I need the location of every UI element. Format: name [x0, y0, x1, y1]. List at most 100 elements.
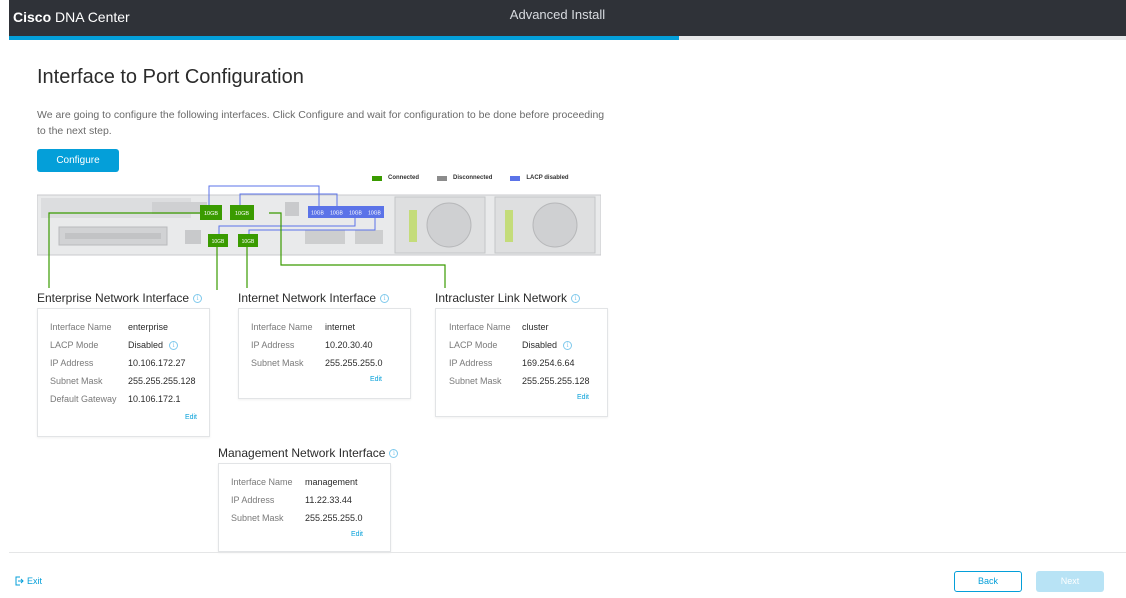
usb-port [185, 230, 201, 244]
management-card-title: Management Network Interface i [218, 446, 399, 460]
footer-divider [9, 552, 1126, 553]
edit-link[interactable]: Edit [351, 531, 363, 538]
port-label: 10GB [368, 211, 381, 217]
field-label: IP Address [50, 358, 94, 368]
port-label: 10GB [235, 211, 249, 217]
management-title-text: Management Network Interface [218, 446, 386, 460]
field-value: 10.106.172.27 [128, 358, 186, 368]
info-icon[interactable]: i [571, 293, 581, 303]
wizard-title: Advanced Install [509, 7, 606, 22]
field-value: 255.255.255.0 [305, 513, 363, 523]
field-value: Disabled [522, 340, 558, 350]
ip-address-row: IP Address 11.22.33.44 [231, 495, 352, 505]
vga-port [285, 202, 299, 216]
field-value: 10.106.172.1 [128, 394, 181, 404]
port-cluster[interactable]: 10GB [230, 205, 254, 220]
info-icon[interactable]: i [563, 340, 573, 350]
field-value: 10.20.30.40 [325, 340, 373, 350]
chassis-port-block [355, 230, 383, 244]
edit-link[interactable]: Edit [370, 376, 382, 383]
port-label: 10GB [330, 211, 343, 217]
interface-name-row: Interface Name management [231, 477, 358, 487]
info-icon[interactable]: i [193, 293, 203, 303]
interface-name-row: Interface Name cluster [449, 322, 549, 332]
cluster-interface-card: Interface Name cluster LACP Mode Disabled i… [435, 308, 608, 417]
field-value-wrap: Disabled i [522, 340, 573, 350]
chassis-bay [152, 202, 207, 214]
field-label: Subnet Mask [231, 513, 284, 523]
field-value: 11.22.33.44 [305, 495, 352, 505]
internet-interface-card: Interface Name internet IP Address 10.20.3… [238, 308, 411, 399]
info-icon[interactable]: i [169, 340, 179, 350]
enterprise-card-title: Enterprise Network Interface i [37, 291, 203, 305]
exit-icon [15, 576, 24, 586]
interface-name-row: Interface Name internet [251, 322, 355, 332]
field-label: IP Address [251, 340, 295, 350]
ip-address-row: IP Address 10.106.172.27 [50, 358, 186, 368]
field-value: 255.255.255.128 [128, 376, 196, 386]
port-lacp-2[interactable]: 10GB [327, 206, 346, 218]
edit-link[interactable]: Edit [577, 394, 589, 401]
field-value: management [305, 477, 358, 487]
ip-address-row: IP Address 169.254.6.64 [449, 358, 575, 368]
field-value: Disabled [128, 340, 164, 350]
field-label: IP Address [231, 495, 275, 505]
enterprise-title-text: Enterprise Network Interface [37, 291, 190, 305]
default-gateway-row: Default Gateway 10.106.172.1 [50, 394, 181, 404]
management-interface-card: Interface Name management IP Address 11.22… [218, 463, 391, 552]
field-value: 255.255.255.128 [522, 376, 590, 386]
port-management[interactable]: 10GB [208, 234, 228, 247]
psu-fan-2 [532, 202, 578, 248]
wizard-progress-fill [9, 36, 680, 40]
lacp-mode-row: LACP Mode Disabled i [50, 340, 179, 350]
ip-address-row: IP Address 10.20.30.40 [251, 340, 373, 350]
internet-title-text: Internet Network Interface [238, 291, 377, 305]
interface-name-row: Interface Name enterprise [50, 322, 168, 332]
subnet-mask-row: Subnet Mask 255.255.255.128 [50, 376, 196, 386]
field-label: Subnet Mask [449, 376, 502, 386]
page-description: We are going to configure the following … [37, 109, 605, 137]
field-value: cluster [522, 322, 549, 332]
subnet-mask-row: Subnet Mask 255.255.255.0 [251, 358, 383, 368]
cluster-title-text: Intracluster Link Network [435, 291, 568, 305]
field-label: Interface Name [449, 322, 511, 332]
edit-link[interactable]: Edit [185, 414, 197, 421]
lacp-mode-row: LACP Mode Disabled i [449, 340, 573, 350]
psu-handle-2 [505, 210, 513, 242]
wizard-progress-bar [9, 36, 1126, 40]
field-value: enterprise [128, 322, 169, 332]
top-bar: Cisco DNA Center Advanced Install [9, 0, 1126, 36]
port-label: 10GB [204, 211, 218, 217]
field-label: Default Gateway [50, 394, 117, 404]
field-value: 169.254.6.64 [522, 358, 575, 368]
subnet-mask-row: Subnet Mask 255.255.255.0 [231, 513, 363, 523]
info-icon[interactable]: i [380, 293, 390, 303]
next-button[interactable]: Next [1036, 571, 1104, 592]
port-lacp-4[interactable]: 10GB [365, 206, 384, 218]
enterprise-interface-card: Interface Name enterprise LACP Mode Disabl… [37, 308, 210, 437]
field-label: Subnet Mask [50, 376, 103, 386]
configure-button[interactable]: Configure [37, 149, 119, 172]
exit-link[interactable]: Exit [15, 576, 42, 586]
install-wizard: Cisco DNA Center Advanced Install Interf… [0, 0, 1126, 598]
psu-handle-1 [409, 210, 417, 242]
port-enterprise[interactable]: 10GB [200, 205, 222, 220]
port-label: 10GB [349, 211, 362, 217]
field-label: LACP Mode [449, 340, 498, 350]
subnet-mask-row: Subnet Mask 255.255.255.128 [449, 376, 590, 386]
info-icon[interactable]: i [389, 448, 399, 458]
back-button[interactable]: Back [954, 571, 1022, 592]
field-value-wrap: Disabled i [128, 340, 179, 350]
psu-fan-1 [426, 202, 472, 248]
port-lacp-1[interactable]: 10GB [308, 206, 327, 218]
port-label: 10GB [242, 239, 255, 245]
port-lacp-3[interactable]: 10GB [346, 206, 365, 218]
port-internet[interactable]: 10GB [238, 234, 258, 247]
cluster-card-title: Intracluster Link Network i [435, 291, 581, 305]
internet-card-title: Internet Network Interface i [238, 291, 390, 305]
port-label: 10GB [212, 239, 225, 245]
chassis-vent [65, 233, 161, 239]
chassis-port-block [305, 230, 345, 244]
server-chassis-diagram: 10GB 10GB 10GB 10GB 10GB 10GB 10GB 10GB [37, 185, 601, 290]
page-title: Interface to Port Configuration [37, 66, 304, 88]
